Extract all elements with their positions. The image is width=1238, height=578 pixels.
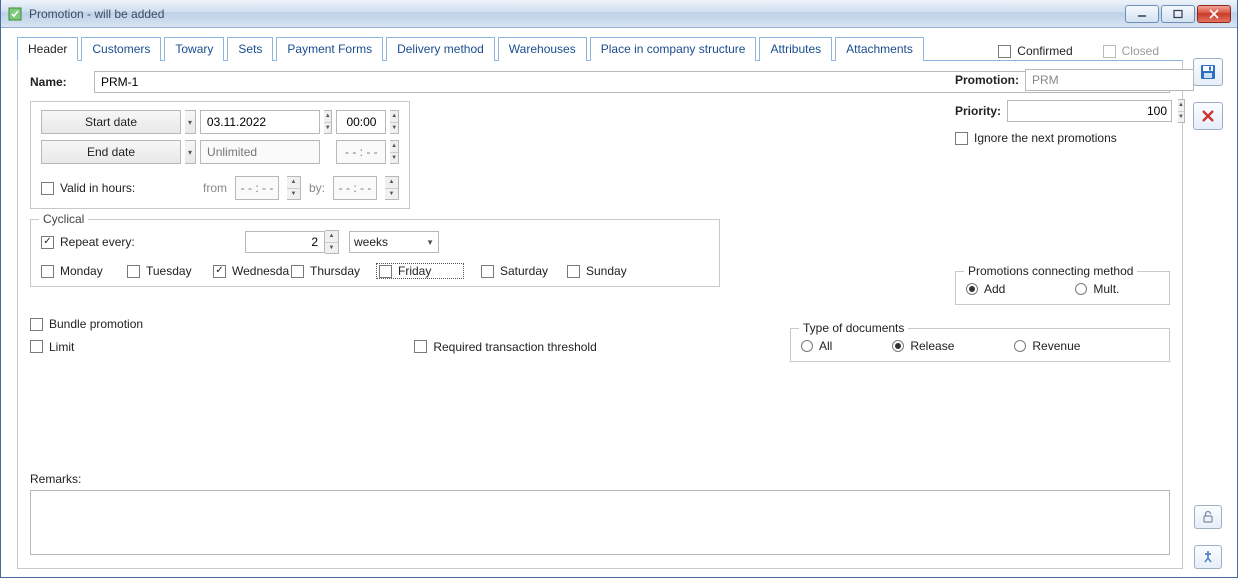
tab-customers[interactable]: Customers <box>81 37 161 61</box>
close-window-button[interactable] <box>1197 5 1231 23</box>
connecting-method-fieldset: Promotions connecting method Add Mult. <box>955 271 1170 305</box>
end-time-input[interactable] <box>336 140 386 164</box>
by-time-spinner[interactable]: ▲▼ <box>385 176 399 200</box>
repeat-value-spinner[interactable]: ▲▼ <box>325 230 339 254</box>
from-time-input[interactable] <box>235 176 279 200</box>
remarks-label: Remarks: <box>30 472 1170 486</box>
lock-button[interactable] <box>1194 505 1222 529</box>
tab-sets[interactable]: Sets <box>227 37 273 61</box>
by-label: by: <box>309 181 325 195</box>
start-time-input[interactable] <box>336 110 386 134</box>
end-date-dropdown[interactable]: ▾ <box>185 140 196 164</box>
cyclical-fieldset: Cyclical ✓Repeat every: ▲▼ weeks▼ <box>30 219 720 287</box>
day-wednesday-checkbox[interactable]: ✓Wednesda <box>213 264 291 278</box>
confirmed-checkbox[interactable]: Confirmed <box>998 44 1072 58</box>
valid-in-hours-label: Valid in hours: <box>60 181 135 195</box>
end-date-input[interactable] <box>200 140 320 164</box>
start-date-button[interactable]: Start date <box>41 110 181 134</box>
start-date-spinner[interactable]: ▲▼ <box>324 110 333 134</box>
valid-in-hours-checkbox[interactable]: Valid in hours: <box>41 181 135 195</box>
promotion-code-label: Promotion: <box>955 73 1019 87</box>
header-panel: Name: Start date ▾ ▲▼ ▲▼ End date <box>17 60 1183 569</box>
end-time-spinner[interactable]: ▲▼ <box>390 140 399 164</box>
bundle-label: Bundle promotion <box>49 317 143 331</box>
from-label: from <box>203 181 227 195</box>
maximize-button[interactable] <box>1161 5 1195 23</box>
repeat-every-checkbox[interactable]: ✓Repeat every: <box>41 235 135 249</box>
app-icon <box>7 6 23 22</box>
tab-attributes[interactable]: Attributes <box>759 37 832 61</box>
closed-label: Closed <box>1122 44 1159 58</box>
titlebar: Promotion - will be added <box>1 0 1237 28</box>
repeat-value-input[interactable] <box>245 231 325 253</box>
day-sunday-checkbox[interactable]: Sunday <box>567 264 653 278</box>
doc-all-radio[interactable]: All <box>801 339 832 353</box>
tab-place-in-company[interactable]: Place in company structure <box>590 37 757 61</box>
connecting-mult-radio[interactable]: Mult. <box>1075 282 1119 296</box>
limit-checkbox[interactable]: Limit <box>30 340 74 354</box>
repeat-unit-select[interactable]: weeks▼ <box>349 231 439 253</box>
connecting-add-radio[interactable]: Add <box>966 282 1005 296</box>
tab-attachments[interactable]: Attachments <box>835 37 924 61</box>
limit-label: Limit <box>49 340 74 354</box>
end-date-button[interactable]: End date <box>41 140 181 164</box>
tabstrip: Header Customers Towary Sets Payment For… <box>17 36 1183 60</box>
tab-towary[interactable]: Towary <box>164 37 224 61</box>
ignore-next-label: Ignore the next promotions <box>974 131 1117 145</box>
closed-checkbox: Closed <box>1103 44 1159 58</box>
by-time-input[interactable] <box>333 176 377 200</box>
threshold-label: Required transaction threshold <box>433 340 596 354</box>
window-title: Promotion - will be added <box>29 7 164 21</box>
day-saturday-checkbox[interactable]: Saturday <box>481 264 567 278</box>
start-date-dropdown[interactable]: ▾ <box>185 110 196 134</box>
priority-input[interactable] <box>1007 100 1172 122</box>
tab-header[interactable]: Header <box>17 37 78 61</box>
start-time-spinner[interactable]: ▲▼ <box>390 110 399 134</box>
day-friday-checkbox[interactable]: Friday <box>377 264 463 278</box>
save-button[interactable] <box>1193 58 1223 86</box>
doc-type-legend: Type of documents <box>799 321 908 335</box>
cyclical-legend: Cyclical <box>39 212 88 226</box>
promotion-code-input <box>1025 69 1194 91</box>
priority-spinner[interactable]: ▲▼ <box>1178 99 1185 123</box>
tab-warehouses[interactable]: Warehouses <box>498 37 587 61</box>
confirmed-label: Confirmed <box>1017 44 1072 58</box>
doc-release-radio[interactable]: Release <box>892 339 954 353</box>
minimize-button[interactable] <box>1125 5 1159 23</box>
promotion-window: Promotion - will be added Header Custome… <box>0 0 1238 578</box>
remarks-textarea[interactable] <box>30 490 1170 555</box>
pin-button[interactable] <box>1194 545 1222 569</box>
day-tuesday-checkbox[interactable]: Tuesday <box>127 264 213 278</box>
name-label: Name: <box>30 75 86 89</box>
day-monday-checkbox[interactable]: Monday <box>41 264 127 278</box>
priority-label: Priority: <box>955 104 1001 118</box>
ignore-next-checkbox[interactable]: Ignore the next promotions <box>955 131 1170 145</box>
doc-revenue-radio[interactable]: Revenue <box>1014 339 1080 353</box>
start-date-input[interactable] <box>200 110 320 134</box>
cancel-button[interactable] <box>1193 102 1223 130</box>
bundle-promotion-checkbox[interactable]: Bundle promotion <box>30 317 143 331</box>
connecting-legend: Promotions connecting method <box>964 264 1137 278</box>
threshold-checkbox[interactable]: Required transaction threshold <box>414 340 596 354</box>
tab-payment-forms[interactable]: Payment Forms <box>276 37 383 61</box>
doc-type-fieldset: Type of documents All Release Revenue <box>790 328 1170 362</box>
tab-delivery-method[interactable]: Delivery method <box>386 37 495 61</box>
day-thursday-checkbox[interactable]: Thursday <box>291 264 377 278</box>
repeat-every-label: Repeat every: <box>60 235 135 249</box>
repeat-unit-value: weeks <box>354 235 388 249</box>
date-block: Start date ▾ ▲▼ ▲▼ End date ▾ ▲▼ <box>30 101 410 209</box>
from-time-spinner[interactable]: ▲▼ <box>287 176 301 200</box>
